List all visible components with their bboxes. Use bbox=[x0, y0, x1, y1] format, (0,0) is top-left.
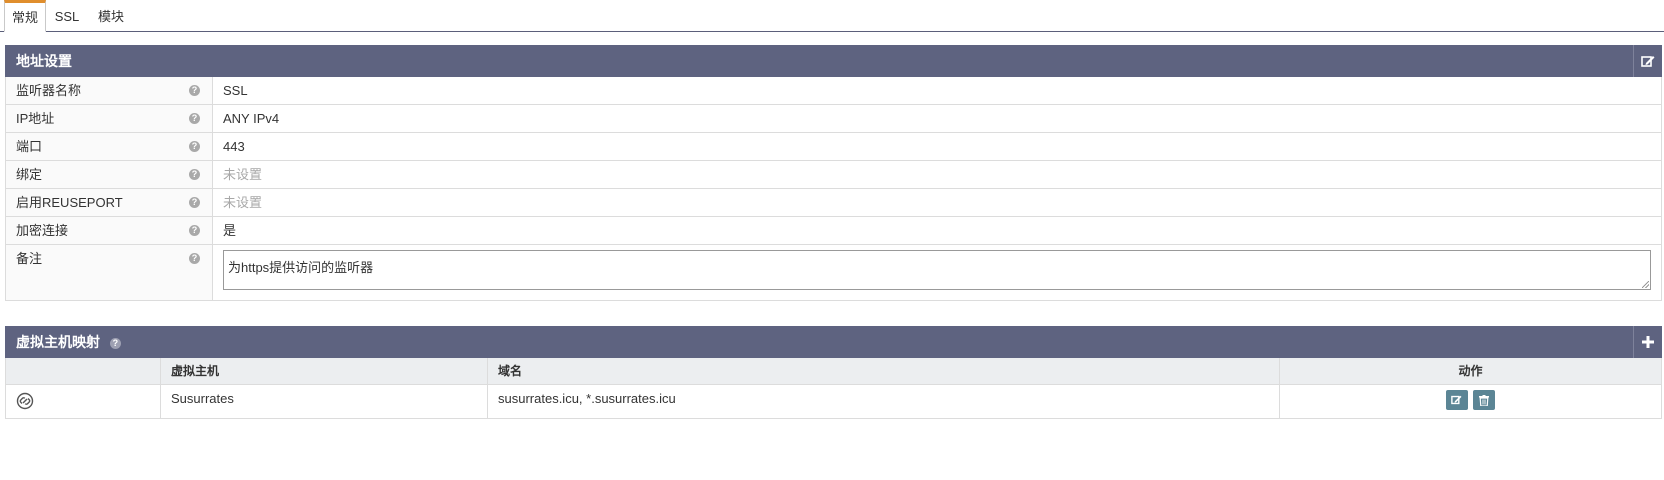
setting-label-listener-name: 监听器名称? bbox=[6, 77, 213, 104]
address-settings-header: 地址设置 bbox=[5, 45, 1662, 77]
delete-row-button[interactable] bbox=[1473, 390, 1496, 410]
domains-cell: susurrates.icu, *.susurrates.icu bbox=[488, 385, 1280, 418]
col-header-actions: 动作 bbox=[1458, 364, 1483, 378]
edit-address-button[interactable] bbox=[1633, 45, 1662, 77]
notes-text: 为https提供访问的监听器 bbox=[228, 260, 374, 275]
vhost-mapping-title: 虚拟主机映射 bbox=[16, 334, 100, 350]
help-icon[interactable]: ? bbox=[189, 253, 200, 264]
edit-icon bbox=[1641, 55, 1655, 67]
help-icon[interactable]: ? bbox=[189, 169, 200, 180]
help-icon[interactable]: ? bbox=[189, 113, 200, 124]
settings-row: 监听器名称? SSL bbox=[6, 77, 1661, 105]
tab-general[interactable]: 常规 bbox=[4, 0, 46, 32]
vhost-mapping-header: 虚拟主机映射 ? bbox=[5, 326, 1662, 358]
plus-icon bbox=[1642, 336, 1654, 348]
address-settings-table: 监听器名称? SSL IP地址? ANY IPv4 端口? 443 绑定? 未设… bbox=[5, 77, 1662, 301]
setting-label-text: 启用REUSEPORT bbox=[16, 195, 123, 210]
address-settings-title: 地址设置 bbox=[16, 53, 72, 69]
setting-label-ip-address: IP地址? bbox=[6, 105, 213, 132]
setting-label-text: 备注 bbox=[16, 251, 43, 266]
setting-label-notes: 备注? bbox=[6, 245, 213, 300]
resize-handle[interactable] bbox=[1642, 281, 1649, 288]
table-row: Susurrates susurrates.icu, *.susurrates.… bbox=[6, 385, 1661, 418]
settings-row: 启用REUSEPORT? 未设置 bbox=[6, 189, 1661, 217]
vhost-mapping-table: 虚拟主机 域名 动作 Susurrates susurrates.icu, *.… bbox=[5, 358, 1662, 419]
setting-value-listener-name: SSL bbox=[223, 83, 248, 98]
edit-row-button[interactable] bbox=[1445, 390, 1468, 410]
setting-label-text: 绑定 bbox=[16, 167, 43, 182]
tab-bar: 常规 SSL 模块 bbox=[0, 0, 1664, 32]
col-header-vhost: 虚拟主机 bbox=[161, 358, 488, 384]
notes-textarea[interactable]: 为https提供访问的监听器 bbox=[223, 250, 1651, 290]
vhost-cell: Susurrates bbox=[161, 385, 488, 418]
vhost-mapping-panel: 虚拟主机映射 ? 虚拟主机 域名 动作 Susurrates susurrate… bbox=[5, 326, 1662, 419]
setting-value-ip-address: ANY IPv4 bbox=[223, 111, 280, 126]
settings-row: 备注? 为https提供访问的监听器 bbox=[6, 245, 1661, 300]
link-icon[interactable] bbox=[16, 392, 34, 410]
setting-label-secure: 加密连接? bbox=[6, 217, 213, 244]
tab-ssl[interactable]: SSL bbox=[52, 0, 82, 30]
setting-value-reuseport: 未设置 bbox=[223, 195, 263, 210]
setting-label-binding: 绑定? bbox=[6, 161, 213, 188]
help-icon[interactable]: ? bbox=[109, 337, 121, 349]
edit-icon bbox=[1451, 395, 1462, 405]
trash-icon bbox=[1479, 394, 1490, 406]
help-icon[interactable]: ? bbox=[189, 197, 200, 208]
help-icon[interactable]: ? bbox=[189, 225, 200, 236]
notes-value-cell: 为https提供访问的监听器 bbox=[213, 245, 1661, 300]
setting-label-text: 加密连接 bbox=[16, 223, 69, 238]
setting-value-port: 443 bbox=[223, 139, 245, 154]
address-settings-panel: 地址设置 监听器名称? SSL IP地址? ANY IPv4 端口? 443 绑… bbox=[5, 45, 1662, 301]
setting-label-reuseport: 启用REUSEPORT? bbox=[6, 189, 213, 216]
setting-value-binding: 未设置 bbox=[223, 167, 263, 182]
setting-label-text: IP地址 bbox=[16, 111, 55, 126]
tab-modules[interactable]: 模块 bbox=[94, 0, 128, 30]
actions-cell bbox=[1280, 385, 1661, 418]
setting-value-secure: 是 bbox=[223, 223, 237, 238]
settings-row: 端口? 443 bbox=[6, 133, 1661, 161]
table-header-row: 虚拟主机 域名 动作 bbox=[6, 358, 1661, 385]
settings-row: 加密连接? 是 bbox=[6, 217, 1661, 245]
col-header-domains: 域名 bbox=[488, 358, 1280, 384]
settings-row: IP地址? ANY IPv4 bbox=[6, 105, 1661, 133]
add-vhost-mapping-button[interactable] bbox=[1633, 326, 1662, 358]
setting-label-text: 端口 bbox=[16, 139, 43, 154]
row-icon-cell bbox=[6, 385, 161, 418]
help-icon[interactable]: ? bbox=[189, 141, 200, 152]
setting-label-port: 端口? bbox=[6, 133, 213, 160]
help-icon[interactable]: ? bbox=[189, 85, 200, 96]
setting-label-text: 监听器名称 bbox=[16, 83, 82, 98]
settings-row: 绑定? 未设置 bbox=[6, 161, 1661, 189]
col-header-icon bbox=[6, 358, 161, 384]
